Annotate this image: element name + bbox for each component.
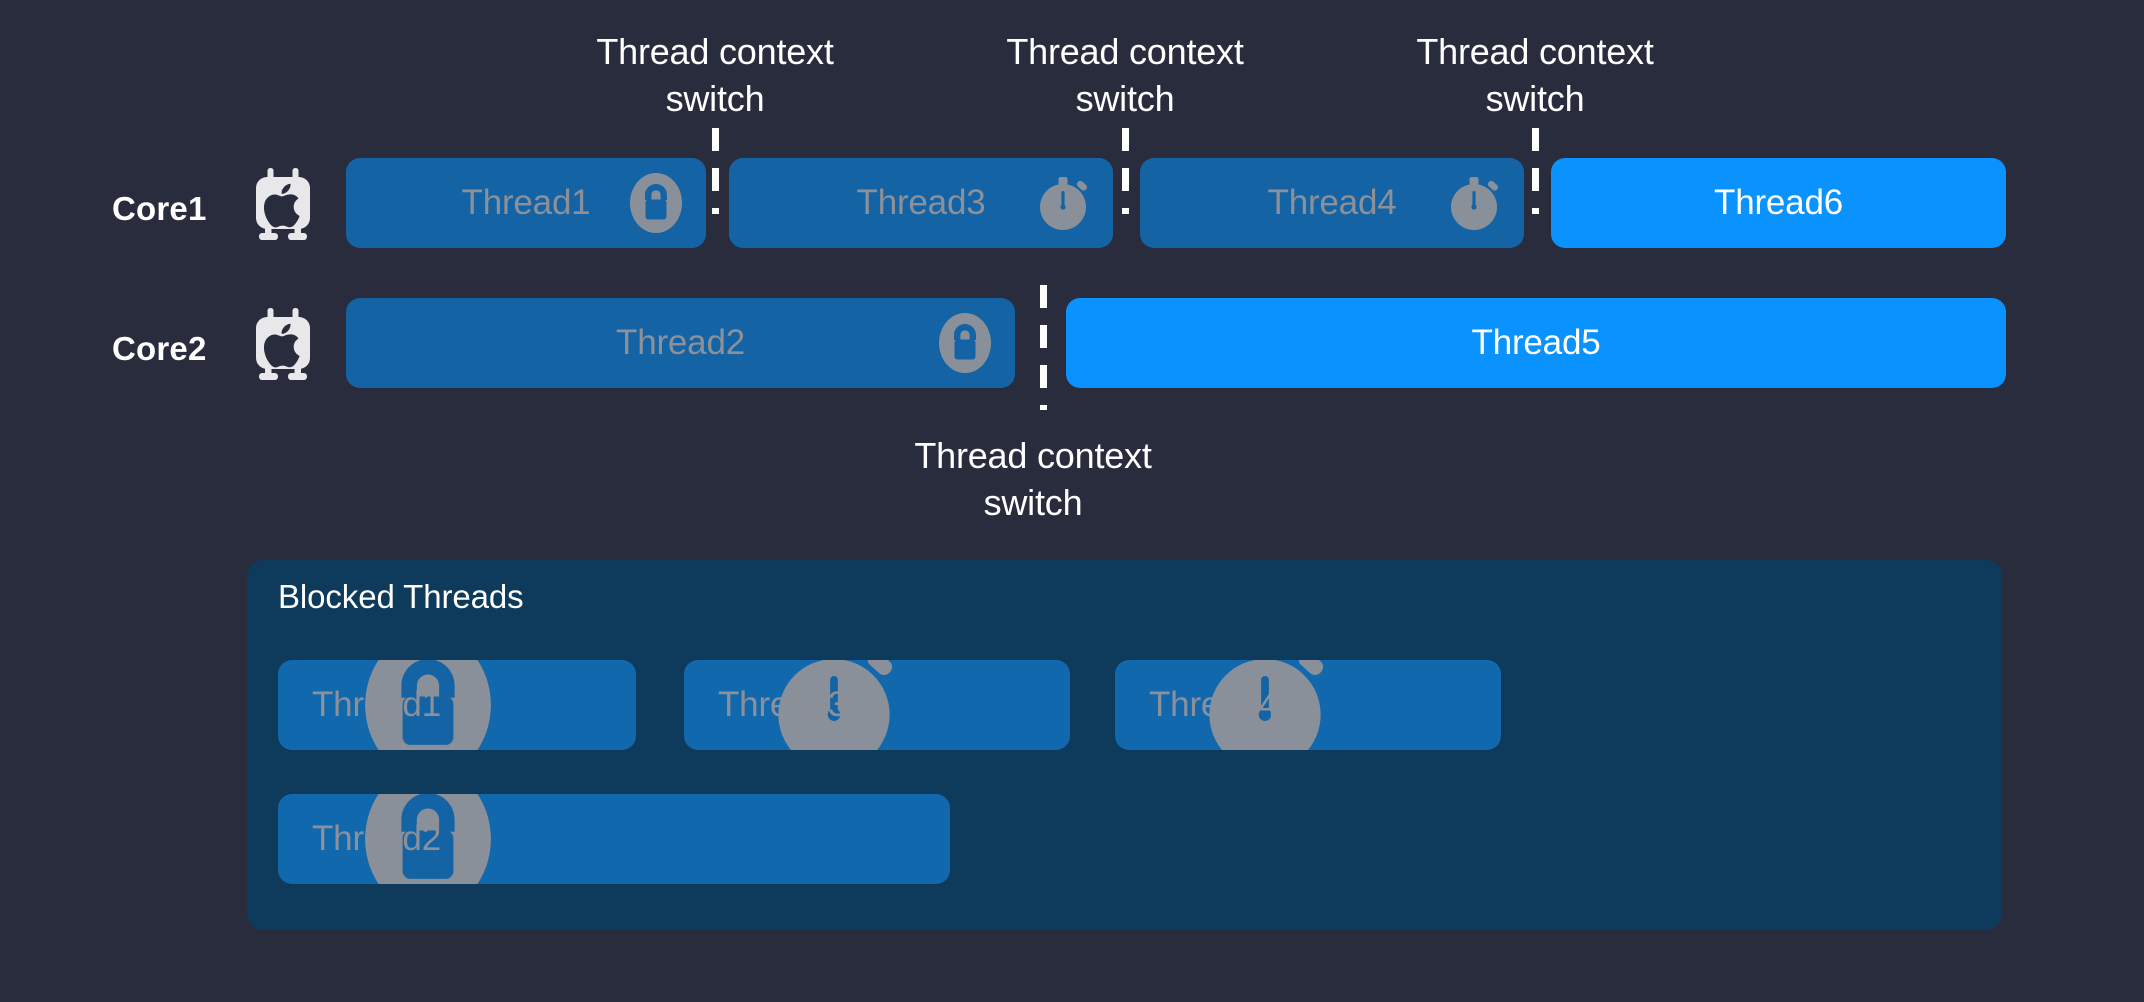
thread-block-thread4[interactable]: Thread4 <box>1140 158 1524 248</box>
thread-label: Thread4 <box>1149 685 1278 724</box>
thread-label: Thread1 <box>312 685 441 724</box>
stopwatch-icon <box>1035 172 1091 234</box>
context-switch-label: Thread context switch <box>914 435 1152 523</box>
thread-label: Thread6 <box>1714 183 1843 222</box>
blocked-threads-title: Blocked Threads <box>278 578 524 615</box>
core-label-core2: Core2 <box>112 330 207 367</box>
thread-block-thread5[interactable]: Thread5 <box>1066 298 2006 388</box>
context-switch-label: Thread context switch <box>1006 31 1244 119</box>
blocked-thread-card-thread3[interactable]: Thread3 <box>684 660 1070 750</box>
thread-label: Thread2 <box>312 819 441 858</box>
thread-label: Thread3 <box>718 685 847 724</box>
thread-block-thread1[interactable]: Thread1 <box>346 158 706 248</box>
thread-label: Thread5 <box>1471 323 1601 362</box>
thread-label: Thread2 <box>616 323 745 362</box>
core-label-core1: Core1 <box>112 190 207 227</box>
blocked-thread-card-thread4[interactable]: Thread4 <box>1115 660 1501 750</box>
thread-block-thread6[interactable]: Thread6 <box>1551 158 2006 248</box>
blocked-thread-card-thread1[interactable]: Thread1 <box>278 660 636 750</box>
thread-block-thread3[interactable]: Thread3 <box>729 158 1113 248</box>
context-switch-divider <box>712 128 719 214</box>
stopwatch-icon <box>1446 172 1502 234</box>
context-switch-divider <box>1040 285 1047 410</box>
apple-cpu-icon <box>250 307 316 381</box>
thread-block-thread2[interactable]: Thread2 <box>346 298 1015 388</box>
apple-cpu-icon <box>250 167 316 241</box>
blocked-thread-card-thread2[interactable]: Thread2 <box>278 794 950 884</box>
context-switch-label: Thread context switch <box>1416 31 1654 119</box>
context-switch-divider <box>1532 128 1539 214</box>
thread-label: Thread1 <box>461 183 591 222</box>
thread-label: Thread3 <box>856 183 986 222</box>
thread-label: Thread4 <box>1267 183 1397 222</box>
diagram-canvas: Thread context switch Thread context swit… <box>0 0 2144 1002</box>
lock-icon <box>937 312 993 374</box>
context-switch-divider <box>1122 128 1129 214</box>
context-switch-label: Thread context switch <box>596 31 834 119</box>
lock-icon <box>628 172 684 234</box>
